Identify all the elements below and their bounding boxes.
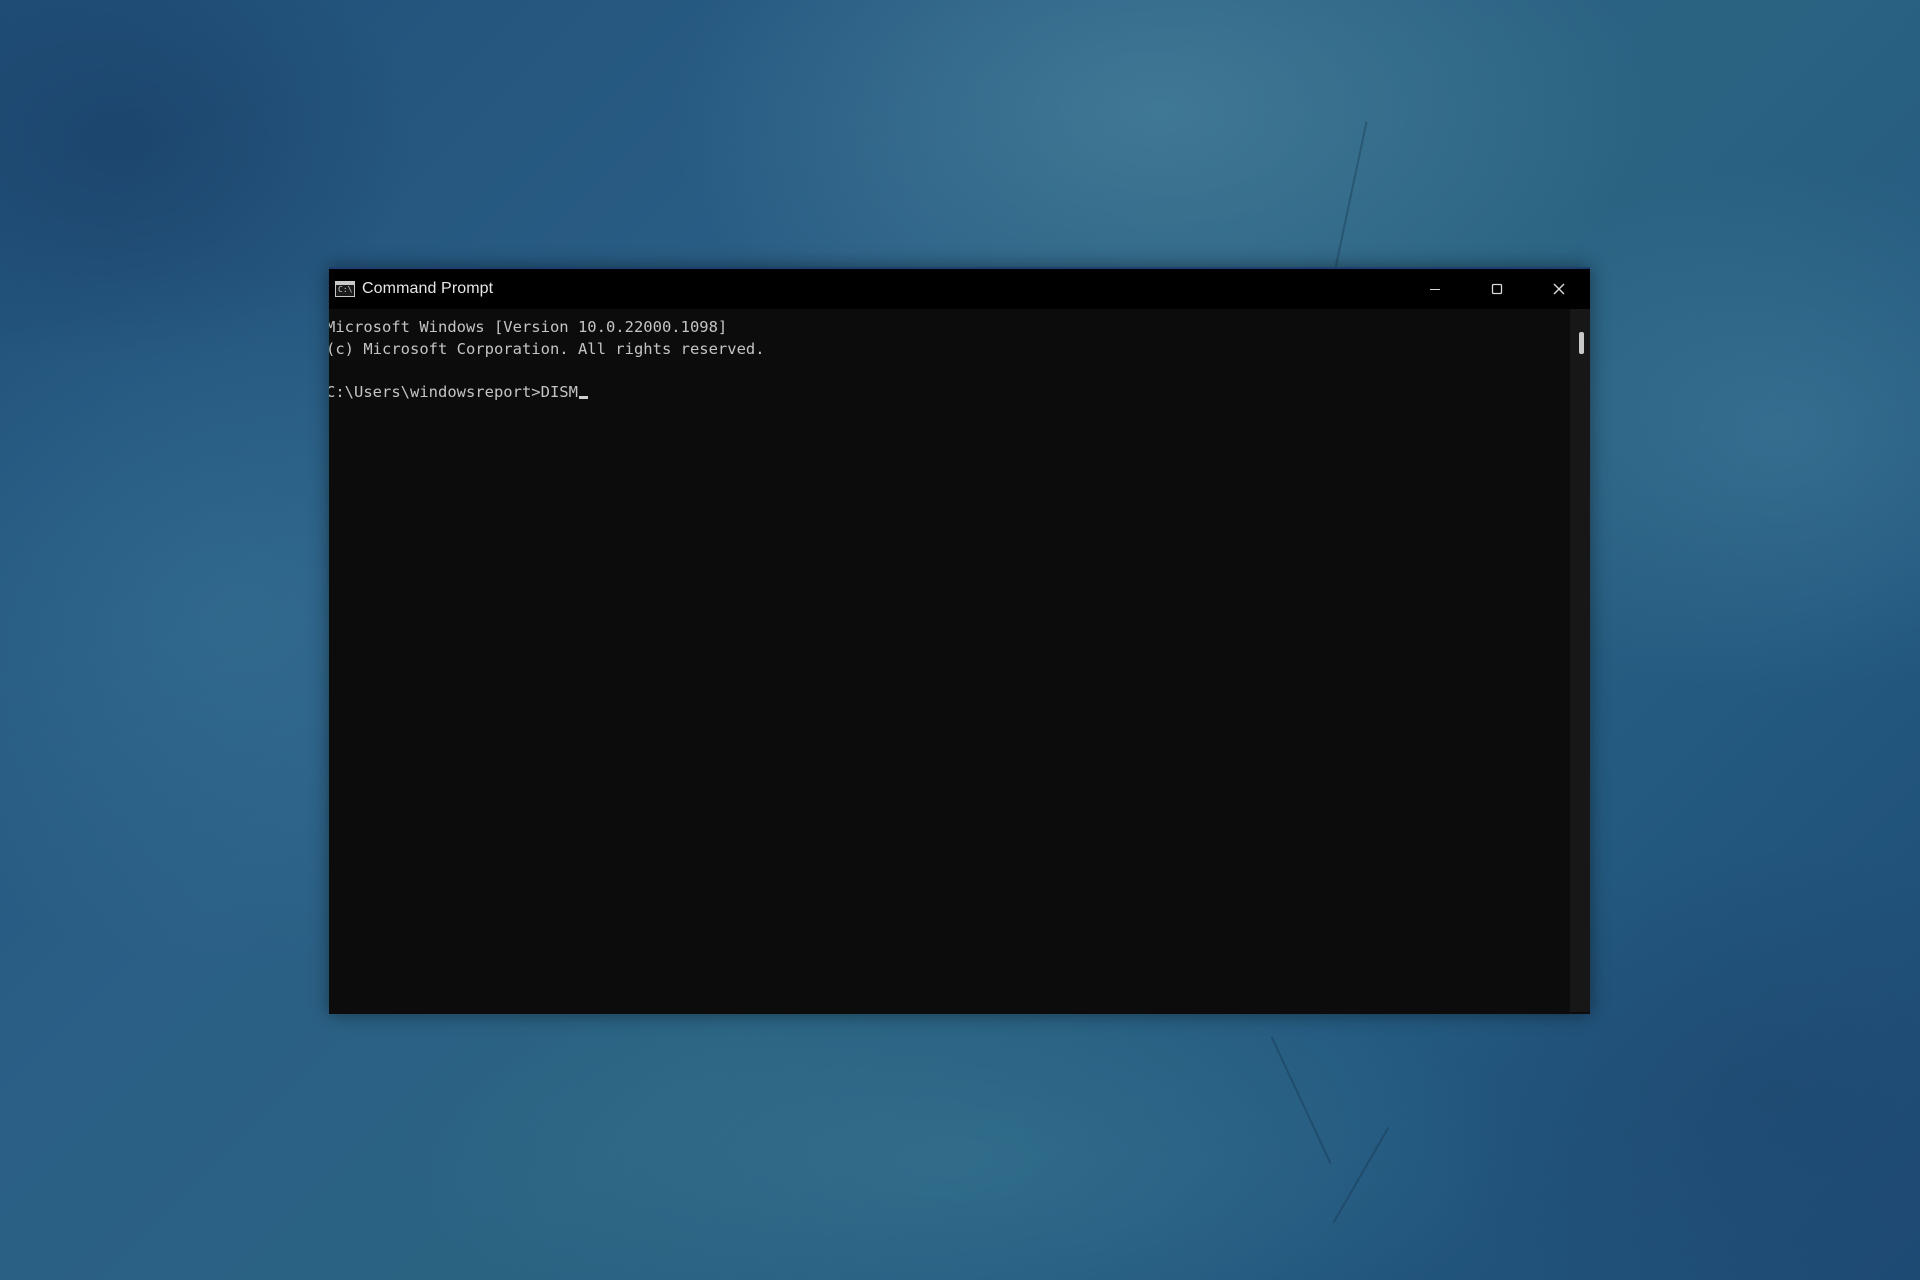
window-title: Command Prompt (362, 280, 494, 297)
vertical-scrollbar[interactable] (1570, 309, 1590, 1012)
close-icon (1553, 283, 1565, 295)
console-line: (c) Microsoft Corporation. All rights re… (329, 339, 765, 358)
maximize-button[interactable] (1466, 269, 1528, 309)
close-button[interactable] (1528, 269, 1590, 309)
command-prompt-window[interactable]: C:\ Command Prompt Microsoft Windows [Ve… (329, 267, 1590, 1014)
window-controls (1404, 269, 1590, 309)
background-crack (1270, 1036, 1332, 1164)
text-cursor (578, 395, 588, 399)
cmd-icon: C:\ (335, 281, 355, 297)
cmd-icon-glyph: C:\ (338, 285, 353, 294)
console-output: Microsoft Windows [Version 10.0.22000.10… (329, 317, 765, 403)
prompt-command: C:\Users\windowsreport>DISM (329, 382, 578, 401)
prompt-line[interactable]: C:\Users\windowsreport>DISM (329, 382, 765, 404)
maximize-icon (1491, 283, 1503, 295)
background-crack (1334, 121, 1368, 269)
minimize-button[interactable] (1404, 269, 1466, 309)
title-bar[interactable]: C:\ Command Prompt (329, 269, 1590, 309)
console-line: Microsoft Windows [Version 10.0.22000.10… (329, 318, 728, 336)
background-crack (1332, 1126, 1390, 1224)
scrollbar-thumb[interactable] (1579, 332, 1584, 354)
minimize-icon (1430, 289, 1440, 290)
console-area[interactable]: Microsoft Windows [Version 10.0.22000.10… (329, 309, 1590, 1012)
